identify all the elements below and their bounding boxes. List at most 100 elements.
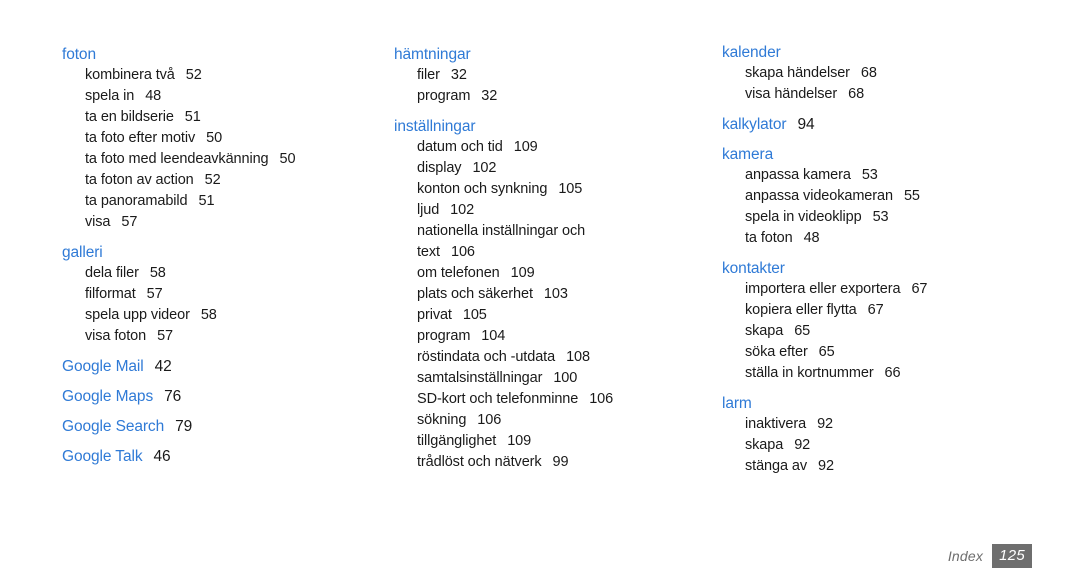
index-entry-page: 57 bbox=[121, 214, 138, 230]
index-entry[interactable]: skapa 92 bbox=[722, 435, 1052, 456]
index-entry-label: sökning bbox=[417, 412, 467, 428]
index-entry-list: filer 32 program 32 bbox=[394, 65, 709, 107]
index-heading[interactable]: kalender bbox=[722, 42, 1052, 63]
index-group: inställningar datum och tid 109 display 102 k… bbox=[394, 116, 709, 473]
index-entry[interactable]: ställa in kortnummer 66 bbox=[722, 363, 1052, 384]
index-entry[interactable]: om telefonen 109 bbox=[394, 263, 709, 284]
index-heading[interactable]: foton bbox=[62, 44, 382, 65]
index-entry[interactable]: visa 57 bbox=[62, 212, 382, 233]
index-entry[interactable]: importera eller exportera 67 bbox=[722, 279, 1052, 300]
index-entry[interactable]: SD-kort och telefonminne 106 bbox=[394, 389, 709, 410]
index-heading[interactable]: larm bbox=[722, 393, 1052, 414]
index-heading-label: Google Maps bbox=[62, 388, 154, 405]
index-entry[interactable]: program 104 bbox=[394, 326, 709, 347]
index-entry[interactable]: sökning 106 bbox=[394, 410, 709, 431]
index-entry[interactable]: ta en bildserie 51 bbox=[62, 107, 382, 128]
index-entry-page: 57 bbox=[146, 286, 163, 302]
index-entry-label: SD-kort och telefonminne bbox=[417, 391, 579, 407]
index-entry-page: 99 bbox=[552, 454, 569, 470]
index-entry[interactable]: ta panoramabild 51 bbox=[62, 191, 382, 212]
index-heading-page: 42 bbox=[154, 358, 172, 375]
index-entry[interactable]: konton och synkning 105 bbox=[394, 179, 709, 200]
index-entry[interactable]: spela in 48 bbox=[62, 86, 382, 107]
index-entry[interactable]: display 102 bbox=[394, 158, 709, 179]
index-entry-page: 103 bbox=[543, 286, 568, 302]
index-entry[interactable]: ljud 102 bbox=[394, 200, 709, 221]
index-entry-page: 52 bbox=[185, 67, 202, 83]
index-entry-label: importera eller exportera bbox=[745, 281, 901, 297]
index-entry[interactable]: inaktivera 92 bbox=[722, 414, 1052, 435]
index-entry[interactable]: kombinera två 52 bbox=[62, 65, 382, 86]
index-heading[interactable]: kontakter bbox=[722, 258, 1052, 279]
index-entry[interactable]: ta foto efter motiv 50 bbox=[62, 128, 382, 149]
index-group: foton kombinera två 52 spela in 48 ta en bild… bbox=[62, 44, 382, 233]
index-entry[interactable]: röstindata och -utdata 108 bbox=[394, 347, 709, 368]
index-heading[interactable]: kamera bbox=[722, 144, 1052, 165]
index-entry-page: 104 bbox=[481, 328, 506, 344]
index-entry[interactable]: ta foton 48 bbox=[722, 228, 1052, 249]
index-entry-label: filer bbox=[417, 67, 440, 83]
index-entry[interactable]: samtalsinställningar 100 bbox=[394, 368, 709, 389]
index-entry[interactable]: kopiera eller flytta 67 bbox=[722, 300, 1052, 321]
index-group: kalkylator 94 bbox=[722, 114, 1052, 135]
index-entry-label: samtalsinställningar bbox=[417, 370, 543, 386]
index-entry[interactable]: spela upp videor 58 bbox=[62, 305, 382, 326]
index-heading-label: Google Mail bbox=[62, 358, 144, 375]
index-entry[interactable]: visa händelser 68 bbox=[722, 84, 1052, 105]
index-entry[interactable]: visa foton 57 bbox=[62, 326, 382, 347]
index-heading[interactable]: hämtningar bbox=[394, 44, 709, 65]
index-entry[interactable]: filformat 57 bbox=[62, 284, 382, 305]
index-heading[interactable]: Google Maps 76 bbox=[62, 386, 382, 407]
index-entry-label: program bbox=[417, 328, 471, 344]
index-entry-label: anpassa videokameran bbox=[745, 188, 893, 204]
index-group: Google Maps 76 bbox=[62, 386, 382, 407]
index-entry-page: 109 bbox=[513, 139, 538, 155]
index-column: hämtningar filer 32 program 32 inställningar d… bbox=[394, 44, 709, 473]
index-entry[interactable]: stänga av 92 bbox=[722, 456, 1052, 477]
index-entry-continuation-text: text bbox=[417, 244, 440, 260]
index-entry[interactable]: anpassa kamera 53 bbox=[722, 165, 1052, 186]
index-entry[interactable]: skapa händelser 68 bbox=[722, 63, 1052, 84]
index-entry-page: 51 bbox=[198, 193, 215, 209]
index-heading[interactable]: Google Search 79 bbox=[62, 416, 382, 437]
index-entry-page: 51 bbox=[184, 109, 201, 125]
index-entry[interactable]: skapa 65 bbox=[722, 321, 1052, 342]
index-entry[interactable]: ta foto med leendeavkänning 50 bbox=[62, 149, 382, 170]
index-entry-page: 106 bbox=[450, 244, 475, 260]
index-entry-label: konton och synkning bbox=[417, 181, 548, 197]
index-entry[interactable]: plats och säkerhet 103 bbox=[394, 284, 709, 305]
index-entry[interactable]: tillgänglighet 109 bbox=[394, 431, 709, 452]
index-heading[interactable]: inställningar bbox=[394, 116, 709, 137]
index-entry[interactable]: spela in videoklipp 53 bbox=[722, 207, 1052, 228]
index-heading[interactable]: Google Talk 46 bbox=[62, 446, 382, 467]
index-entry[interactable]: söka efter 65 bbox=[722, 342, 1052, 363]
index-heading[interactable]: kalkylator 94 bbox=[722, 114, 1052, 135]
index-group: larm inaktivera 92 skapa 92 stänga av 92 bbox=[722, 393, 1052, 477]
index-group: kamera anpassa kamera 53 anpassa videokamer… bbox=[722, 144, 1052, 249]
index-entry-page: 109 bbox=[510, 265, 535, 281]
index-entry[interactable]: privat 105 bbox=[394, 305, 709, 326]
index-entry[interactable]: trådlöst och nätverk 99 bbox=[394, 452, 709, 473]
index-entry-label: privat bbox=[417, 307, 452, 323]
index-entry-page: 92 bbox=[817, 416, 833, 432]
index-entry[interactable]: ta foton av action 52 bbox=[62, 170, 382, 191]
index-entry-page: 53 bbox=[861, 167, 878, 183]
index-entry[interactable]: program 32 bbox=[394, 86, 709, 107]
index-heading[interactable]: galleri bbox=[62, 242, 382, 263]
footer-inner: Index 125 bbox=[948, 544, 1032, 568]
index-entry[interactable]: dela filer 58 bbox=[62, 263, 382, 284]
index-entry-page: 58 bbox=[149, 265, 166, 281]
index-entry[interactable]: filer 32 bbox=[394, 65, 709, 86]
index-group: Google Talk 46 bbox=[62, 446, 382, 467]
index-entry[interactable]: nationella inställningar och text 106 bbox=[394, 221, 709, 263]
index-entry-label: plats och säkerhet bbox=[417, 286, 533, 302]
index-column: kalender skapa händelser 68 visa händelser 6… bbox=[722, 42, 1052, 477]
index-group: kontakter importera eller exportera 67 kopi… bbox=[722, 258, 1052, 384]
index-entry-label: skapa bbox=[745, 323, 784, 339]
index-entry-page: 50 bbox=[279, 151, 296, 167]
index-entry-label: nationella inställningar och bbox=[417, 223, 586, 239]
index-entry-page: 55 bbox=[903, 188, 920, 204]
index-heading[interactable]: Google Mail 42 bbox=[62, 356, 382, 377]
index-entry[interactable]: anpassa videokameran 55 bbox=[722, 186, 1052, 207]
index-entry[interactable]: datum och tid 109 bbox=[394, 137, 709, 158]
